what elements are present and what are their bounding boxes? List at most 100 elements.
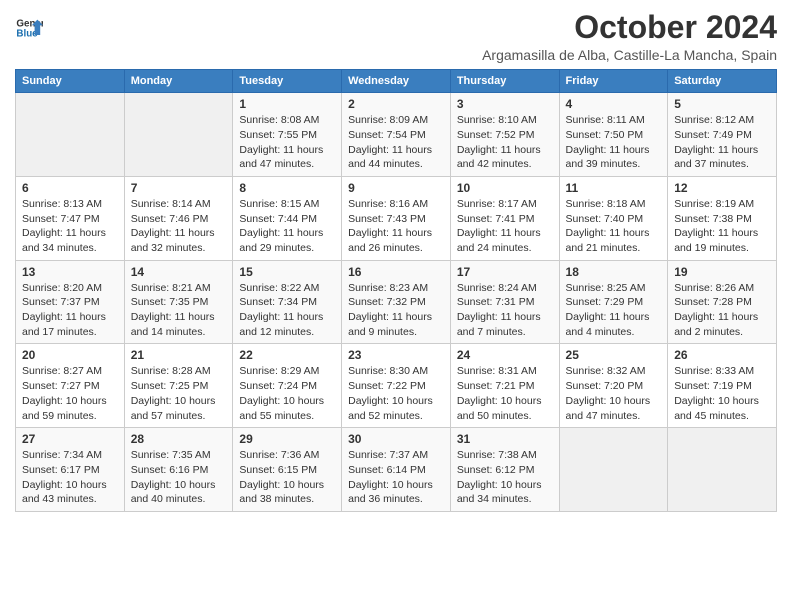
calendar-cell: 26 Sunrise: 8:33 AM Sunset: 7:19 PM Dayli… bbox=[668, 344, 777, 428]
day-number: 3 bbox=[457, 97, 553, 111]
day-detail: Sunrise: 8:23 AM Sunset: 7:32 PM Dayligh… bbox=[348, 281, 444, 340]
day-number: 6 bbox=[22, 181, 118, 195]
day-detail: Sunrise: 8:21 AM Sunset: 7:35 PM Dayligh… bbox=[131, 281, 227, 340]
day-detail: Sunrise: 7:35 AM Sunset: 6:16 PM Dayligh… bbox=[131, 448, 227, 507]
page-header: General Blue October 2024 Argamasilla de… bbox=[15, 10, 777, 63]
calendar-cell: 17 Sunrise: 8:24 AM Sunset: 7:31 PM Dayli… bbox=[450, 260, 559, 344]
day-number: 4 bbox=[566, 97, 662, 111]
day-detail: Sunrise: 8:10 AM Sunset: 7:52 PM Dayligh… bbox=[457, 113, 553, 172]
calendar-cell: 28 Sunrise: 7:35 AM Sunset: 6:16 PM Dayli… bbox=[124, 428, 233, 512]
weekday-header-monday: Monday bbox=[124, 70, 233, 93]
calendar-table: SundayMondayTuesdayWednesdayThursdayFrid… bbox=[15, 69, 777, 512]
day-detail: Sunrise: 7:36 AM Sunset: 6:15 PM Dayligh… bbox=[239, 448, 335, 507]
day-number: 18 bbox=[566, 265, 662, 279]
weekday-header-friday: Friday bbox=[559, 70, 668, 93]
day-number: 26 bbox=[674, 348, 770, 362]
weekday-header-thursday: Thursday bbox=[450, 70, 559, 93]
calendar-cell: 10 Sunrise: 8:17 AM Sunset: 7:41 PM Dayli… bbox=[450, 176, 559, 260]
day-number: 29 bbox=[239, 432, 335, 446]
day-number: 22 bbox=[239, 348, 335, 362]
day-detail: Sunrise: 8:32 AM Sunset: 7:20 PM Dayligh… bbox=[566, 364, 662, 423]
day-number: 9 bbox=[348, 181, 444, 195]
calendar-cell bbox=[668, 428, 777, 512]
calendar-cell: 1 Sunrise: 8:08 AM Sunset: 7:55 PM Daylig… bbox=[233, 93, 342, 177]
calendar-cell bbox=[124, 93, 233, 177]
calendar-cell: 16 Sunrise: 8:23 AM Sunset: 7:32 PM Dayli… bbox=[342, 260, 451, 344]
location-title: Argamasilla de Alba, Castille-La Mancha,… bbox=[482, 47, 777, 63]
weekday-header-wednesday: Wednesday bbox=[342, 70, 451, 93]
day-number: 23 bbox=[348, 348, 444, 362]
day-number: 25 bbox=[566, 348, 662, 362]
day-number: 10 bbox=[457, 181, 553, 195]
day-detail: Sunrise: 8:22 AM Sunset: 7:34 PM Dayligh… bbox=[239, 281, 335, 340]
day-detail: Sunrise: 8:15 AM Sunset: 7:44 PM Dayligh… bbox=[239, 197, 335, 256]
day-number: 16 bbox=[348, 265, 444, 279]
calendar-cell: 23 Sunrise: 8:30 AM Sunset: 7:22 PM Dayli… bbox=[342, 344, 451, 428]
calendar-cell: 12 Sunrise: 8:19 AM Sunset: 7:38 PM Dayli… bbox=[668, 176, 777, 260]
day-detail: Sunrise: 8:28 AM Sunset: 7:25 PM Dayligh… bbox=[131, 364, 227, 423]
day-number: 12 bbox=[674, 181, 770, 195]
day-number: 31 bbox=[457, 432, 553, 446]
day-detail: Sunrise: 8:16 AM Sunset: 7:43 PM Dayligh… bbox=[348, 197, 444, 256]
day-number: 19 bbox=[674, 265, 770, 279]
calendar-cell: 15 Sunrise: 8:22 AM Sunset: 7:34 PM Dayli… bbox=[233, 260, 342, 344]
day-detail: Sunrise: 8:09 AM Sunset: 7:54 PM Dayligh… bbox=[348, 113, 444, 172]
calendar-cell: 24Sunrise: 8:31 AM Sunset: 7:21 PM Dayli… bbox=[450, 344, 559, 428]
calendar-cell bbox=[16, 93, 125, 177]
day-number: 24 bbox=[457, 348, 553, 362]
calendar-cell: 22 Sunrise: 8:29 AM Sunset: 7:24 PM Dayli… bbox=[233, 344, 342, 428]
calendar-cell: 14 Sunrise: 8:21 AM Sunset: 7:35 PM Dayli… bbox=[124, 260, 233, 344]
calendar-cell: 2 Sunrise: 8:09 AM Sunset: 7:54 PM Daylig… bbox=[342, 93, 451, 177]
day-detail: Sunrise: 7:38 AM Sunset: 6:12 PM Dayligh… bbox=[457, 448, 553, 507]
weekday-header-sunday: Sunday bbox=[16, 70, 125, 93]
calendar-cell: 3 Sunrise: 8:10 AM Sunset: 7:52 PM Daylig… bbox=[450, 93, 559, 177]
calendar-cell: 5Sunrise: 8:12 AM Sunset: 7:49 PM Daylig… bbox=[668, 93, 777, 177]
day-detail: Sunrise: 8:14 AM Sunset: 7:46 PM Dayligh… bbox=[131, 197, 227, 256]
calendar-cell bbox=[559, 428, 668, 512]
day-number: 13 bbox=[22, 265, 118, 279]
calendar-cell: 4Sunrise: 8:11 AM Sunset: 7:50 PM Daylig… bbox=[559, 93, 668, 177]
calendar-cell: 6 Sunrise: 8:13 AM Sunset: 7:47 PM Daylig… bbox=[16, 176, 125, 260]
calendar-cell: 29 Sunrise: 7:36 AM Sunset: 6:15 PM Dayli… bbox=[233, 428, 342, 512]
day-number: 28 bbox=[131, 432, 227, 446]
calendar-cell: 31 Sunrise: 7:38 AM Sunset: 6:12 PM Dayli… bbox=[450, 428, 559, 512]
day-detail: Sunrise: 8:26 AM Sunset: 7:28 PM Dayligh… bbox=[674, 281, 770, 340]
day-number: 21 bbox=[131, 348, 227, 362]
day-number: 27 bbox=[22, 432, 118, 446]
calendar-cell: 25 Sunrise: 8:32 AM Sunset: 7:20 PM Dayli… bbox=[559, 344, 668, 428]
day-detail: Sunrise: 8:27 AM Sunset: 7:27 PM Dayligh… bbox=[22, 364, 118, 423]
calendar-cell: 9 Sunrise: 8:16 AM Sunset: 7:43 PM Daylig… bbox=[342, 176, 451, 260]
day-detail: Sunrise: 8:24 AM Sunset: 7:31 PM Dayligh… bbox=[457, 281, 553, 340]
day-detail: Sunrise: 8:18 AM Sunset: 7:40 PM Dayligh… bbox=[566, 197, 662, 256]
day-detail: Sunrise: 8:33 AM Sunset: 7:19 PM Dayligh… bbox=[674, 364, 770, 423]
calendar-cell: 18Sunrise: 8:25 AM Sunset: 7:29 PM Dayli… bbox=[559, 260, 668, 344]
day-number: 1 bbox=[239, 97, 335, 111]
day-detail: Sunrise: 8:08 AM Sunset: 7:55 PM Dayligh… bbox=[239, 113, 335, 172]
day-number: 30 bbox=[348, 432, 444, 446]
day-detail: Sunrise: 8:19 AM Sunset: 7:38 PM Dayligh… bbox=[674, 197, 770, 256]
calendar-cell: 20 Sunrise: 8:27 AM Sunset: 7:27 PM Dayli… bbox=[16, 344, 125, 428]
day-detail: Sunrise: 8:17 AM Sunset: 7:41 PM Dayligh… bbox=[457, 197, 553, 256]
day-number: 17 bbox=[457, 265, 553, 279]
day-number: 15 bbox=[239, 265, 335, 279]
day-number: 14 bbox=[131, 265, 227, 279]
calendar-cell: 21 Sunrise: 8:28 AM Sunset: 7:25 PM Dayli… bbox=[124, 344, 233, 428]
day-number: 20 bbox=[22, 348, 118, 362]
day-detail: Sunrise: 8:13 AM Sunset: 7:47 PM Dayligh… bbox=[22, 197, 118, 256]
day-number: 7 bbox=[131, 181, 227, 195]
logo-icon: General Blue bbox=[15, 14, 43, 42]
calendar-cell: 8Sunrise: 8:15 AM Sunset: 7:44 PM Daylig… bbox=[233, 176, 342, 260]
calendar-cell: 30Sunrise: 7:37 AM Sunset: 6:14 PM Dayli… bbox=[342, 428, 451, 512]
day-number: 2 bbox=[348, 97, 444, 111]
day-detail: Sunrise: 8:30 AM Sunset: 7:22 PM Dayligh… bbox=[348, 364, 444, 423]
calendar-cell: 7 Sunrise: 8:14 AM Sunset: 7:46 PM Daylig… bbox=[124, 176, 233, 260]
day-detail: Sunrise: 7:34 AM Sunset: 6:17 PM Dayligh… bbox=[22, 448, 118, 507]
day-number: 11 bbox=[566, 181, 662, 195]
logo: General Blue bbox=[15, 14, 43, 42]
calendar-cell: 19 Sunrise: 8:26 AM Sunset: 7:28 PM Dayli… bbox=[668, 260, 777, 344]
calendar-cell: 13Sunrise: 8:20 AM Sunset: 7:37 PM Dayli… bbox=[16, 260, 125, 344]
weekday-header-tuesday: Tuesday bbox=[233, 70, 342, 93]
day-detail: Sunrise: 8:29 AM Sunset: 7:24 PM Dayligh… bbox=[239, 364, 335, 423]
calendar-cell: 11 Sunrise: 8:18 AM Sunset: 7:40 PM Dayli… bbox=[559, 176, 668, 260]
day-number: 5 bbox=[674, 97, 770, 111]
